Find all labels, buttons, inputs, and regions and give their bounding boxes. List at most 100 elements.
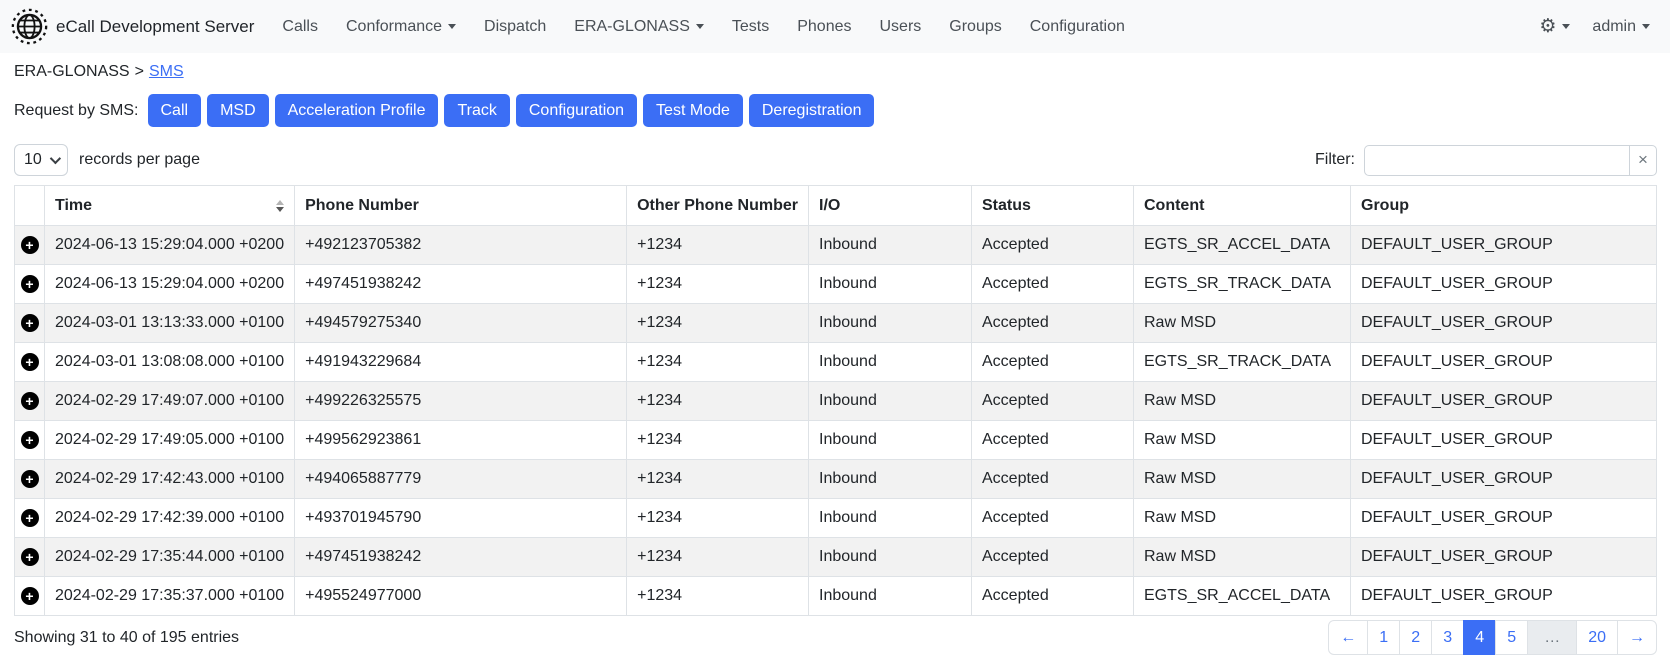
- cell-phone: +492123705382: [295, 226, 627, 265]
- breadcrumb-current-link[interactable]: SMS: [149, 63, 184, 80]
- nav-item-label: Conformance: [346, 18, 442, 35]
- nav-item-groups[interactable]: Groups: [935, 10, 1015, 44]
- pagination-prev-button[interactable]: ←: [1328, 620, 1368, 655]
- header-phone-number[interactable]: Phone Number: [295, 186, 627, 226]
- cell-group: DEFAULT_USER_GROUP: [1351, 460, 1657, 499]
- request-bar-label: Request by SMS:: [14, 102, 139, 120]
- cell-group: DEFAULT_USER_GROUP: [1351, 499, 1657, 538]
- cell-other-phone: +1234: [627, 382, 809, 421]
- username: admin: [1592, 18, 1636, 36]
- expand-row-button[interactable]: +: [21, 431, 39, 449]
- cell-group: DEFAULT_USER_GROUP: [1351, 577, 1657, 616]
- cell-content: EGTS_SR_TRACK_DATA: [1134, 343, 1351, 382]
- header-content[interactable]: Content: [1134, 186, 1351, 226]
- request-msd-button[interactable]: MSD: [207, 94, 269, 127]
- cell-other-phone: +1234: [627, 304, 809, 343]
- cell-other-phone: +1234: [627, 577, 809, 616]
- nav-item-conformance[interactable]: Conformance: [332, 10, 470, 44]
- table-footer: Showing 31 to 40 of 195 entries ← 1 2 3 …: [14, 620, 1657, 655]
- request-call-button[interactable]: Call: [148, 94, 202, 127]
- pagination-page-5[interactable]: 5: [1495, 620, 1528, 655]
- request-deregistration-button[interactable]: Deregistration: [749, 94, 875, 127]
- sms-table: Time Phone Number Other Phone Number I/O…: [14, 185, 1657, 616]
- cell-group: DEFAULT_USER_GROUP: [1351, 226, 1657, 265]
- cell-io: Inbound: [809, 343, 972, 382]
- nav-item-users[interactable]: Users: [865, 10, 935, 44]
- pagination-page-20[interactable]: 20: [1576, 620, 1618, 655]
- expand-row-button[interactable]: +: [21, 470, 39, 488]
- header-other-phone-number[interactable]: Other Phone Number: [627, 186, 809, 226]
- settings-menu[interactable]: ⚙: [1539, 17, 1570, 36]
- navbar: eCall Development Server Calls Conforman…: [0, 0, 1670, 53]
- expand-row-button[interactable]: +: [21, 509, 39, 527]
- nav-item-calls[interactable]: Calls: [268, 10, 332, 44]
- cell-content: Raw MSD: [1134, 538, 1351, 577]
- filter-clear-button[interactable]: ×: [1629, 145, 1657, 176]
- nav-item-configuration[interactable]: Configuration: [1016, 10, 1139, 44]
- cell-time: 2024-02-29 17:42:43.000 +0100: [45, 460, 295, 499]
- pagination-ellipsis: …: [1527, 620, 1577, 655]
- expand-row-button[interactable]: +: [21, 236, 39, 254]
- nav-item-tests[interactable]: Tests: [718, 10, 783, 44]
- cell-content: Raw MSD: [1134, 304, 1351, 343]
- pagination-page-2[interactable]: 2: [1399, 620, 1432, 655]
- header-time[interactable]: Time: [45, 186, 295, 226]
- nav-item-dispatch[interactable]: Dispatch: [470, 10, 560, 44]
- pagination: ← 1 2 3 4 5 … 20 →: [1328, 620, 1657, 655]
- request-test-mode-button[interactable]: Test Mode: [643, 94, 743, 127]
- cell-content: EGTS_SR_ACCEL_DATA: [1134, 226, 1351, 265]
- expand-row-button[interactable]: +: [21, 275, 39, 293]
- expand-row-button[interactable]: +: [21, 548, 39, 566]
- header-expand: [15, 186, 45, 226]
- sort-desc-icon: [276, 200, 284, 212]
- cell-other-phone: +1234: [627, 343, 809, 382]
- cell-time: 2024-02-29 17:49:05.000 +0100: [45, 421, 295, 460]
- table-header-row: Time Phone Number Other Phone Number I/O…: [15, 186, 1657, 226]
- expand-row-button[interactable]: +: [21, 587, 39, 605]
- main-menu: Calls Conformance Dispatch ERA-GLONASS T…: [268, 10, 1138, 44]
- user-menu[interactable]: admin: [1592, 18, 1650, 36]
- cell-other-phone: +1234: [627, 421, 809, 460]
- cell-status: Accepted: [972, 382, 1134, 421]
- table-row: + 2024-02-29 17:42:43.000 +0100 +4940658…: [15, 460, 1657, 499]
- cell-status: Accepted: [972, 304, 1134, 343]
- request-track-button[interactable]: Track: [444, 94, 509, 127]
- cell-io: Inbound: [809, 577, 972, 616]
- header-io[interactable]: I/O: [809, 186, 972, 226]
- nav-item-phones[interactable]: Phones: [783, 10, 865, 44]
- header-status[interactable]: Status: [972, 186, 1134, 226]
- table-controls: 10 records per page Filter: ×: [14, 144, 1657, 176]
- close-icon: ×: [1638, 150, 1648, 170]
- chevron-down-icon: [696, 24, 704, 29]
- cell-content: Raw MSD: [1134, 382, 1351, 421]
- cell-other-phone: +1234: [627, 538, 809, 577]
- pagination-next-button[interactable]: →: [1617, 620, 1657, 655]
- expand-row-button[interactable]: +: [21, 353, 39, 371]
- request-acceleration-profile-button[interactable]: Acceleration Profile: [275, 94, 439, 127]
- cell-time: 2024-02-29 17:35:44.000 +0100: [45, 538, 295, 577]
- cell-time: 2024-03-01 13:08:08.000 +0100: [45, 343, 295, 382]
- cell-io: Inbound: [809, 265, 972, 304]
- table-row: + 2024-02-29 17:49:05.000 +0100 +4995629…: [15, 421, 1657, 460]
- cell-io: Inbound: [809, 226, 972, 265]
- header-group[interactable]: Group: [1351, 186, 1657, 226]
- filter-input[interactable]: [1364, 145, 1629, 176]
- table-body: + 2024-06-13 15:29:04.000 +0200 +4921237…: [15, 226, 1657, 616]
- cell-content: Raw MSD: [1134, 499, 1351, 538]
- pagination-page-3[interactable]: 3: [1431, 620, 1464, 655]
- cell-content: EGTS_SR_TRACK_DATA: [1134, 265, 1351, 304]
- expand-row-button[interactable]: +: [21, 314, 39, 332]
- cell-io: Inbound: [809, 304, 972, 343]
- cell-phone: +497451938242: [295, 265, 627, 304]
- nav-item-era-glonass[interactable]: ERA-GLONASS: [560, 10, 718, 44]
- expand-row-button[interactable]: +: [21, 392, 39, 410]
- page-size-select[interactable]: 10: [14, 144, 68, 176]
- pagination-page-1[interactable]: 1: [1367, 620, 1400, 655]
- cell-group: DEFAULT_USER_GROUP: [1351, 265, 1657, 304]
- cell-phone: +494065887779: [295, 460, 627, 499]
- cell-phone: +499562923861: [295, 421, 627, 460]
- request-configuration-button[interactable]: Configuration: [516, 94, 637, 127]
- cell-phone: +495524977000: [295, 577, 627, 616]
- brand[interactable]: eCall Development Server: [11, 8, 254, 45]
- pagination-page-4-active[interactable]: 4: [1463, 620, 1496, 655]
